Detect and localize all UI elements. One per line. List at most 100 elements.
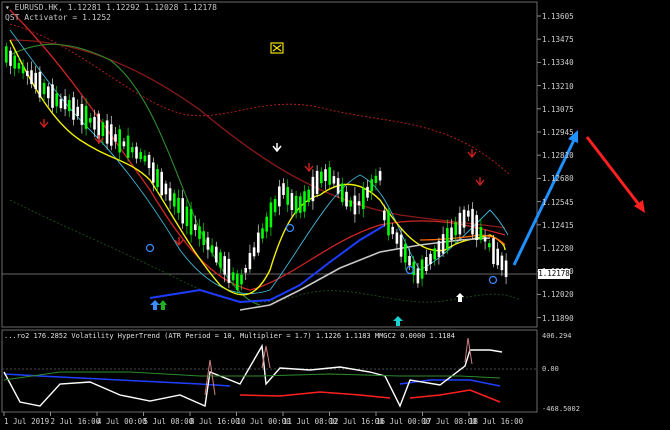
candle-body xyxy=(110,124,113,146)
candle-body xyxy=(240,274,243,285)
cyan-band-line xyxy=(9,29,509,294)
candle-body xyxy=(332,176,336,184)
candle-body xyxy=(492,238,495,265)
candle-body xyxy=(357,201,361,206)
candle-body xyxy=(299,196,302,213)
candle-body xyxy=(336,178,340,194)
candle-body xyxy=(89,118,92,123)
candle-body xyxy=(454,222,457,236)
current-price-box: 1.12178 xyxy=(538,269,570,279)
candle-body xyxy=(420,259,424,279)
candle-body xyxy=(13,55,16,69)
candle-body xyxy=(416,268,420,284)
green-ma xyxy=(9,43,261,306)
candle-body xyxy=(374,175,378,184)
price-axis-label: 1.13475 xyxy=(542,35,574,45)
indicator-pane-border xyxy=(1,329,538,413)
candle-body xyxy=(248,252,252,270)
candle-body xyxy=(441,234,445,254)
candle-body xyxy=(185,206,189,227)
candle-body xyxy=(135,146,138,159)
candle-body xyxy=(446,228,449,250)
candle-body xyxy=(387,210,390,236)
candle-body xyxy=(17,62,21,69)
candle-body xyxy=(168,188,172,201)
candle-body xyxy=(26,70,29,76)
indicator-label: QST Activator = 1.1252 xyxy=(5,13,111,22)
time-axis-label: 1 Jul 2019 xyxy=(4,417,50,426)
symbol-triangle-icon: ▾ xyxy=(5,3,15,12)
candle-body xyxy=(265,216,268,232)
candle-body xyxy=(80,103,84,125)
price-axis-label: 1.11890 xyxy=(542,313,574,323)
indicator-max-label: 406.294 xyxy=(542,332,572,340)
candle-body xyxy=(219,252,222,268)
candle-body xyxy=(210,245,214,253)
blue-dot-marker xyxy=(488,275,498,285)
close-marker-x-icon xyxy=(272,44,282,52)
price-axis-label: 1.12415 xyxy=(542,220,574,230)
time-axis-label: 5 Jul 08:00 xyxy=(143,417,194,426)
candle-body xyxy=(257,232,260,253)
candle-body xyxy=(475,215,478,240)
candle-body xyxy=(231,272,235,281)
candle-body xyxy=(328,167,331,185)
price-axis-label: 1.12810 xyxy=(542,151,574,161)
up-signal-arrow-icon xyxy=(159,300,167,310)
candle-body xyxy=(462,209,466,228)
candle-body xyxy=(97,113,100,139)
price-axis-label: 1.12945 xyxy=(542,128,574,137)
candle-body xyxy=(282,183,285,195)
candle-body xyxy=(84,105,88,129)
candle-body xyxy=(345,191,348,207)
candle-body xyxy=(278,186,281,207)
candle-body xyxy=(93,116,96,130)
candle-body xyxy=(290,193,294,210)
candle-body xyxy=(51,84,54,108)
candle-body xyxy=(504,260,508,277)
price-axis-label: 1.13210 xyxy=(542,81,574,91)
candle-body xyxy=(378,171,382,181)
candle-body xyxy=(488,243,491,248)
candle-body xyxy=(425,257,428,271)
candle-body xyxy=(479,227,483,240)
candle-body xyxy=(341,183,344,203)
candle-body xyxy=(9,50,12,66)
candle-body xyxy=(55,93,58,107)
price-axis-label: 1.13075 xyxy=(542,104,574,114)
candle-body xyxy=(483,237,487,242)
price-axis-label: 1.12020 xyxy=(542,290,574,300)
candle-body xyxy=(194,224,197,231)
candle-body xyxy=(404,243,407,263)
candle-body xyxy=(303,191,306,212)
candle-body xyxy=(227,258,231,283)
candle-body xyxy=(202,231,205,246)
indicator-title: ...ro2 176.2852 Volatility HyperTrend (A… xyxy=(4,332,455,340)
candle-body xyxy=(160,171,163,196)
candle-body xyxy=(307,189,310,203)
candle-body xyxy=(143,155,147,162)
candlesticks xyxy=(5,42,508,295)
candle-body xyxy=(294,195,298,214)
candle-body xyxy=(118,129,121,153)
candle-body xyxy=(429,253,432,265)
candle-body xyxy=(30,70,33,85)
blue-dot-marker xyxy=(285,223,295,233)
time-axis-label: 8 Jul 16:00 xyxy=(190,417,240,426)
candle-body xyxy=(320,171,323,184)
down-signal-arrow-icon xyxy=(272,143,282,153)
candle-body xyxy=(315,170,319,194)
chart-window: ▾ EURUSD.HK, 1.12281 1.12292 1.12028 1.1… xyxy=(0,0,670,430)
candle-body xyxy=(164,183,168,195)
up-signal-arrow-icon xyxy=(150,300,160,310)
candle-body xyxy=(269,202,273,228)
candle-body xyxy=(105,120,109,144)
candle-body xyxy=(437,240,441,257)
candle-body xyxy=(324,169,327,181)
candle-body xyxy=(63,96,67,110)
price-axis-label: 1.12280 xyxy=(542,244,574,253)
candle-body xyxy=(189,208,193,235)
candle-body xyxy=(152,162,155,183)
candle-body xyxy=(366,186,369,198)
candle-body xyxy=(362,188,365,209)
